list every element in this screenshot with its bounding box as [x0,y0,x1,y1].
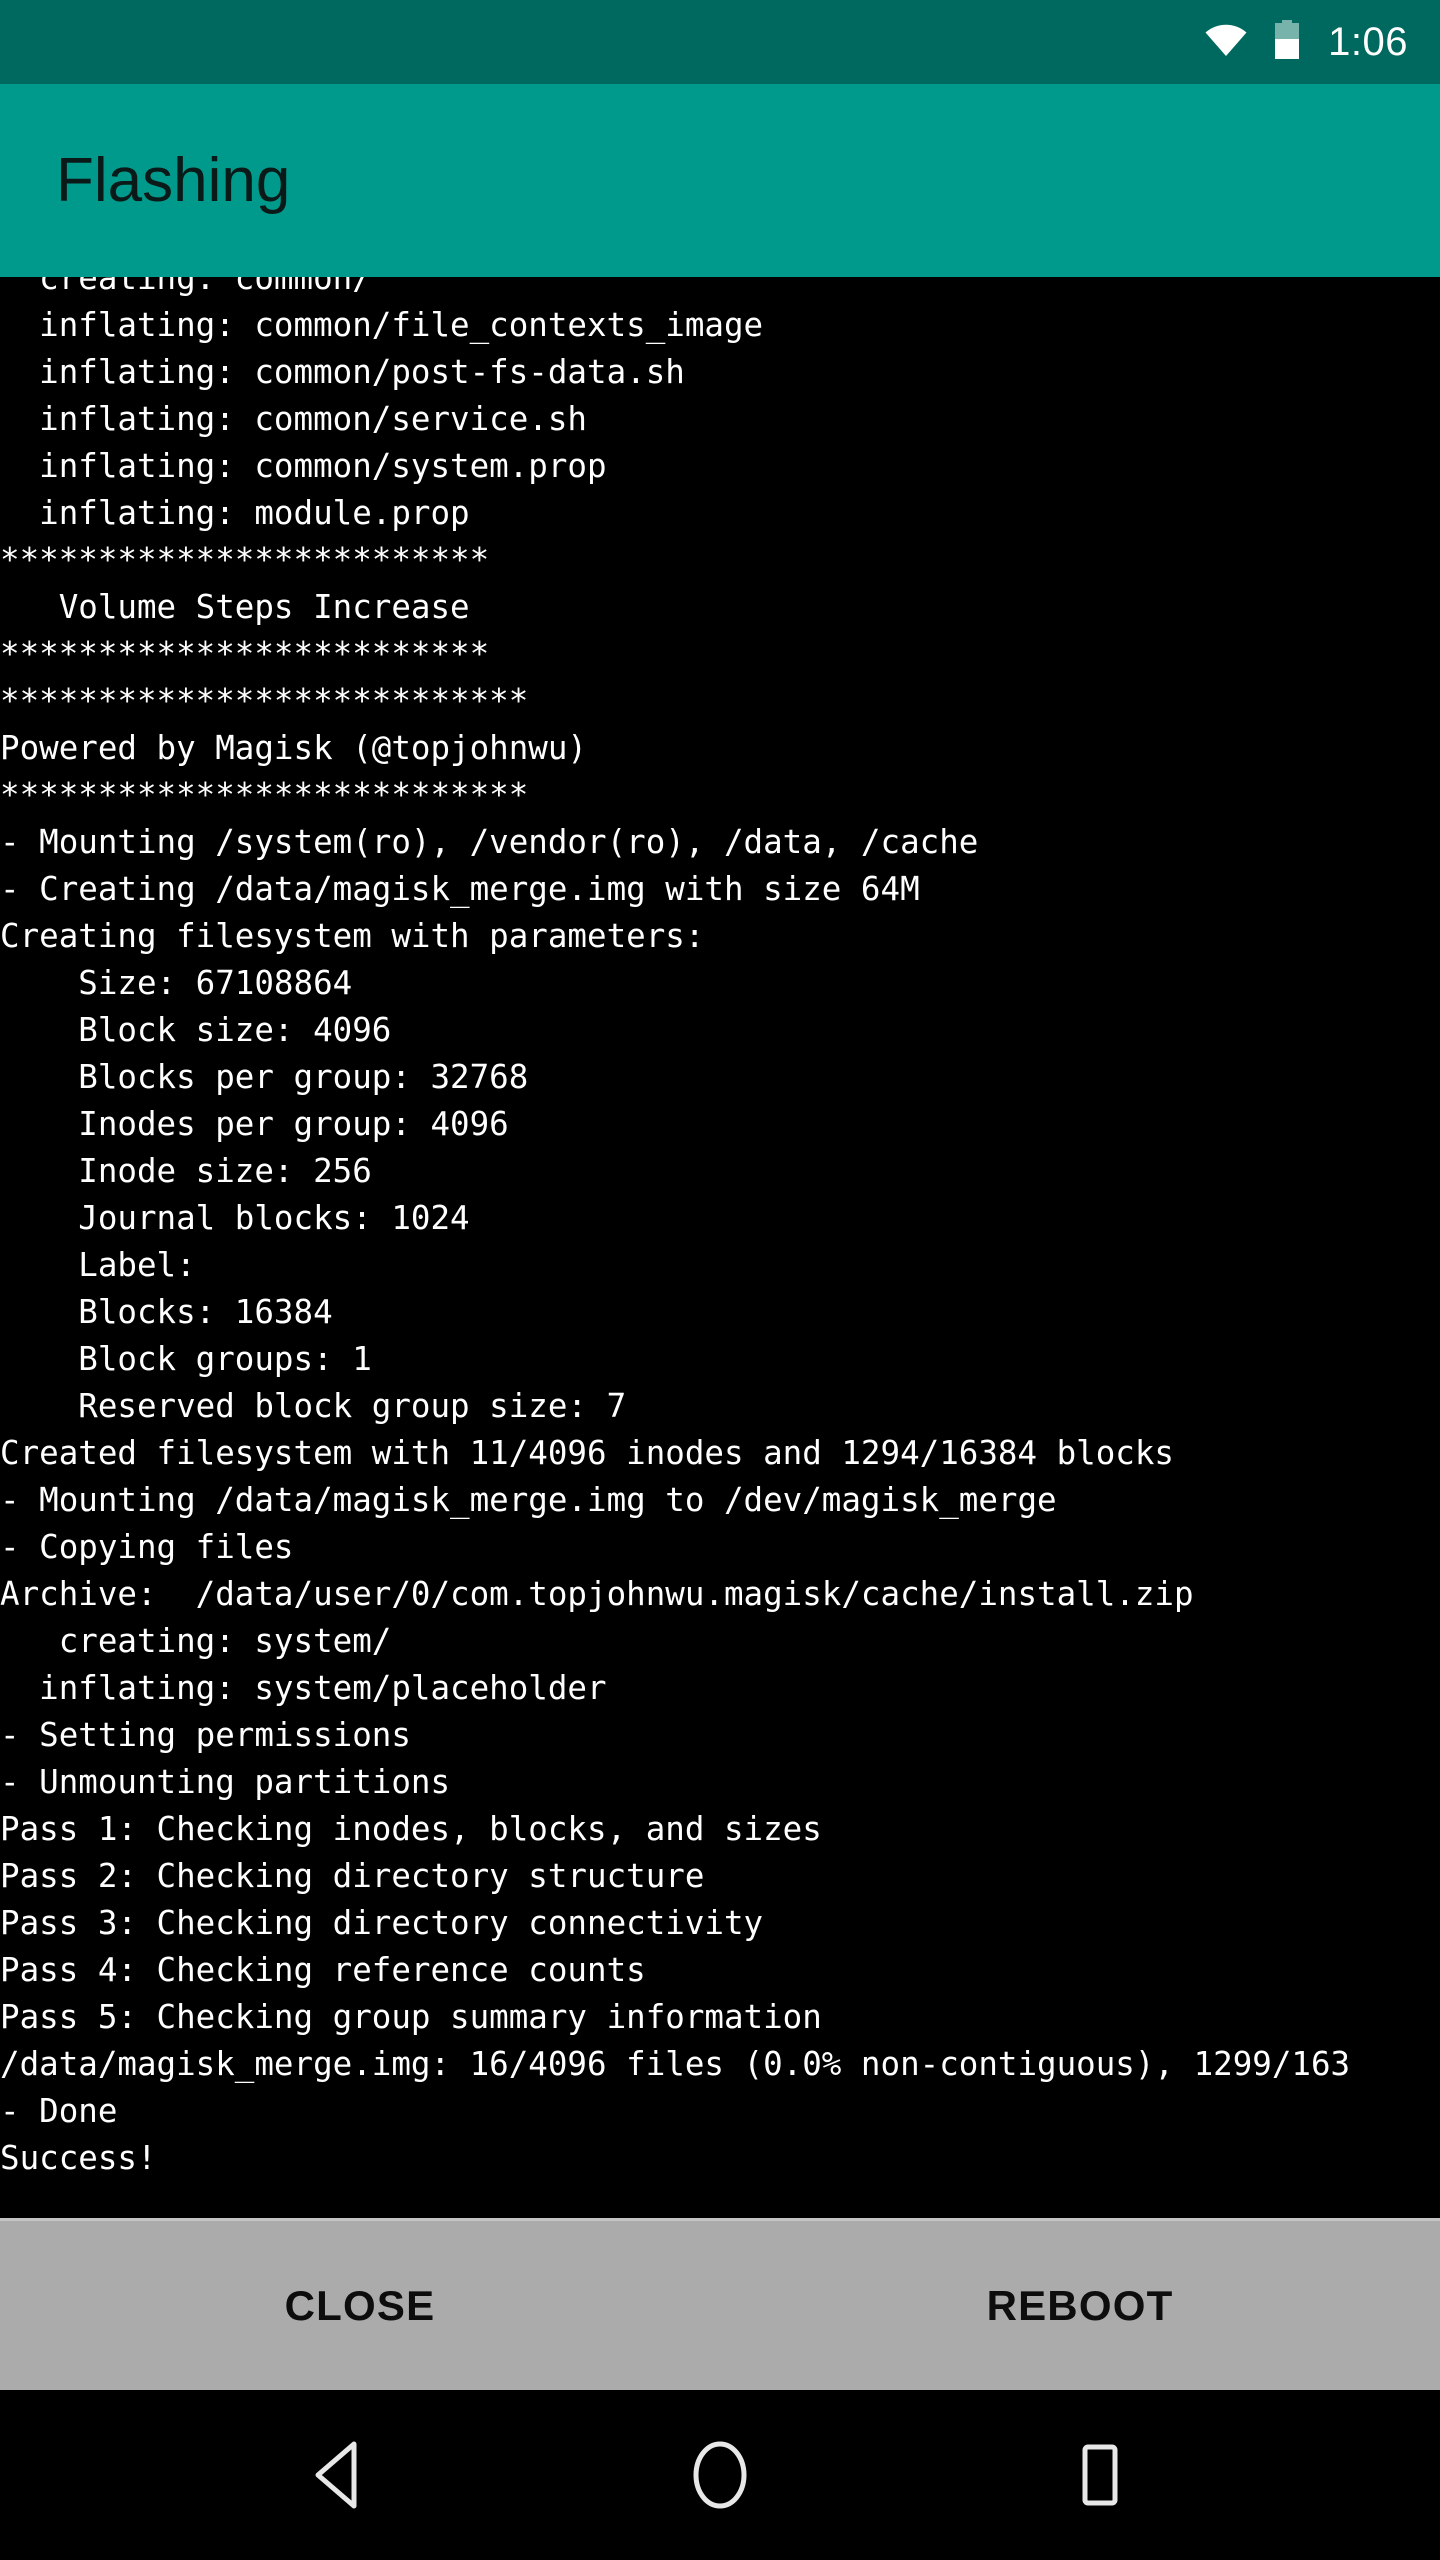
status-bar-clock: 1:06 [1328,20,1408,64]
console-line: Pass 4: Checking reference counts [0,1951,646,1989]
back-triangle-icon[interactable] [280,2415,400,2535]
reboot-button[interactable]: REBOOT [720,2221,1440,2390]
console-line: inflating: common/file_contexts_image [0,306,764,344]
console-line: creating: system/ [0,1622,392,1660]
close-button[interactable]: CLOSE [0,2221,720,2390]
console-line: inflating: common/post-fs-data.sh [0,353,685,391]
page-title: Flashing [56,145,291,215]
home-circle-icon[interactable] [660,2415,780,2535]
console-line: - Unmounting partitions [0,1763,451,1801]
status-bar: 1:06 [0,0,1440,84]
console-line: Created filesystem with 11/4096 inodes a… [0,1434,1174,1472]
console-line: Label: [0,1246,196,1284]
console-line: Blocks per group: 32768 [0,1058,529,1096]
console-line: Size: 67108864 [0,964,353,1002]
console-line: - Setting permissions [0,1716,411,1754]
console-line: Pass 5: Checking group summary informati… [0,1998,822,2036]
recents-square-icon[interactable] [1040,2415,1160,2535]
console-output-panel[interactable]: creating: common/ inflating: common/file… [0,277,1440,2218]
console-line: - Done [0,2092,118,2130]
console-line: Reserved block group size: 7 [0,1387,627,1425]
console-line: - Mounting /data/magisk_merge.img to /de… [0,1481,1057,1519]
wifi-icon [1204,23,1248,62]
console-line: inflating: system/placeholder [0,1669,607,1707]
console-line: Block size: 4096 [0,1011,392,1049]
console-line: - Creating /data/magisk_merge.img with s… [0,870,920,908]
console-line: creating: common/ [0,277,372,297]
console-line: ************************* [0,635,490,673]
console-line: Block groups: 1 [0,1340,372,1378]
battery-half-icon [1274,19,1300,65]
console-log: creating: common/ inflating: common/file… [0,277,1440,2182]
status-bar-icons [1204,19,1300,65]
console-line: Blocks: 16384 [0,1293,333,1331]
console-line: /data/magisk_merge.img: 16/4096 files (0… [0,2045,1351,2083]
console-line: *************************** [0,682,529,720]
console-line: Pass 1: Checking inodes, blocks, and siz… [0,1810,822,1848]
console-line: *************************** [0,776,529,814]
console-line: Journal blocks: 1024 [0,1199,470,1237]
android-screen: 1:06 Flashing creating: common/ inflatin… [0,0,1440,2560]
app-bar: Flashing [0,84,1440,277]
console-line: Powered by Magisk (@topjohnwu) [0,729,587,767]
console-line: inflating: common/system.prop [0,447,607,485]
console-line: Inodes per group: 4096 [0,1105,509,1143]
console-line: Inode size: 256 [0,1152,372,1190]
console-line: - Mounting /system(ro), /vendor(ro), /da… [0,823,979,861]
console-line: Creating filesystem with parameters: [0,917,705,955]
console-line: Pass 3: Checking directory connectivity [0,1904,764,1942]
console-line: - Copying files [0,1528,294,1566]
console-line: Archive: /data/user/0/com.topjohnwu.magi… [0,1575,1194,1613]
console-line: ************************* [0,541,490,579]
console-line: Success! [0,2139,157,2177]
dialog-button-bar: CLOSE REBOOT [0,2218,1440,2390]
console-line: Volume Steps Increase [0,588,470,626]
console-line: Pass 2: Checking directory structure [0,1857,705,1895]
console-line: inflating: module.prop [0,494,470,532]
console-line: inflating: common/service.sh [0,400,587,438]
android-navigation-bar [0,2390,1440,2560]
